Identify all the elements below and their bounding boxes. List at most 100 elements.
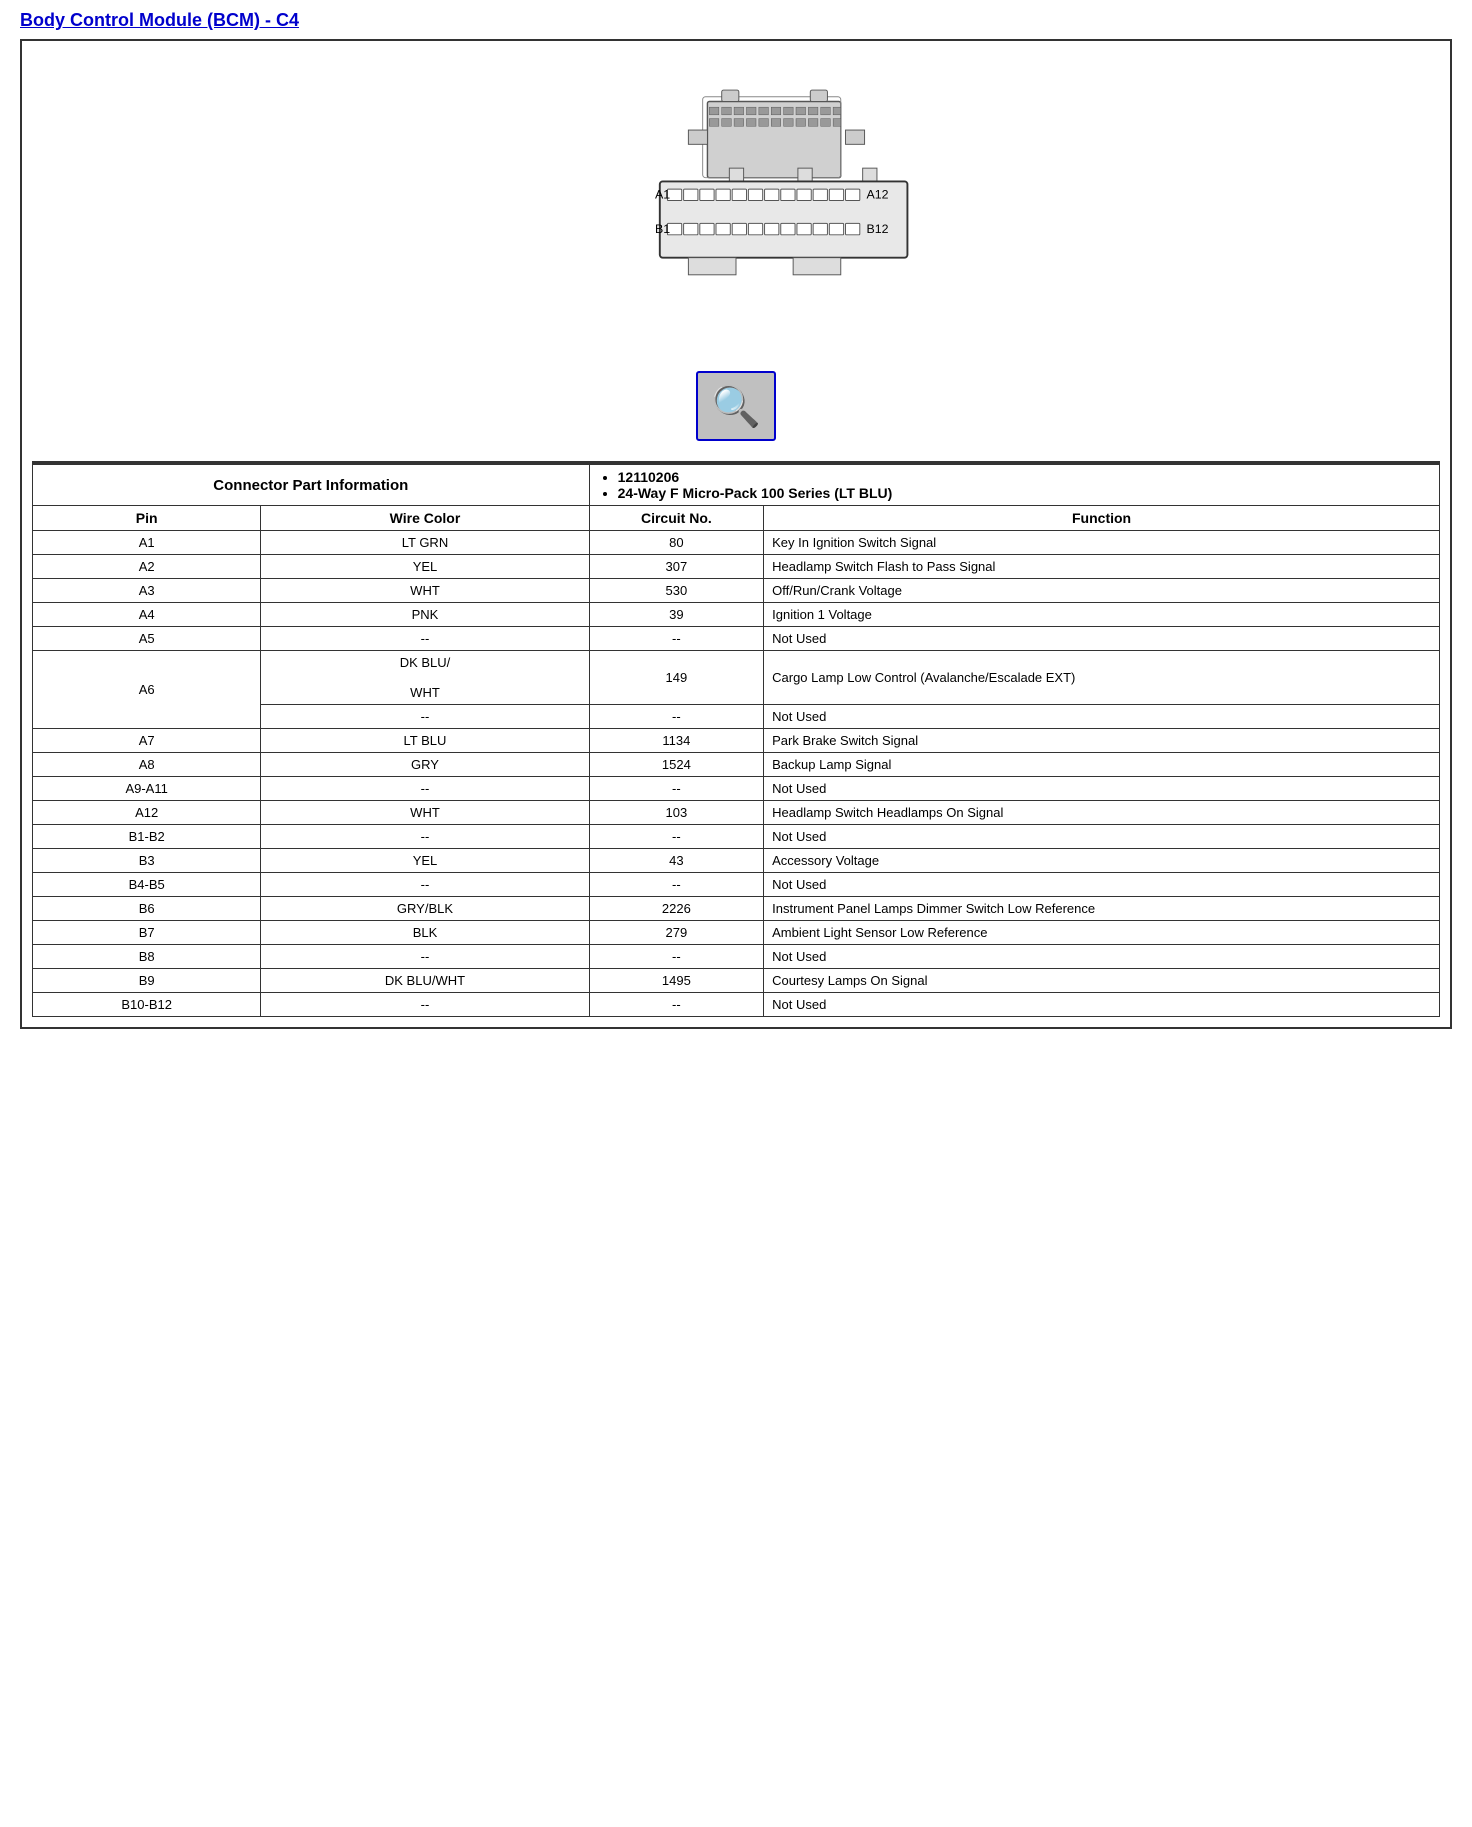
table-row: A7 LT BLU 1134 Park Brake Switch Signal (33, 729, 1440, 753)
function-b7: Ambient Light Sensor Low Reference (764, 921, 1440, 945)
pin-b10b12: B10-B12 (33, 993, 261, 1017)
header-wire-color: Wire Color (261, 506, 589, 531)
circuit-a2: 307 (589, 555, 764, 579)
table-row: A3 WHT 530 Off/Run/Crank Voltage (33, 579, 1440, 603)
svg-text:A12: A12 (866, 188, 888, 202)
circuit-a4: 39 (589, 603, 764, 627)
circuit-b8: -- (589, 945, 764, 969)
wire-b1b2: -- (261, 825, 589, 849)
function-a3: Off/Run/Crank Voltage (764, 579, 1440, 603)
table-row: A8 GRY 1524 Backup Lamp Signal (33, 753, 1440, 777)
table-row: B6 GRY/BLK 2226 Instrument Panel Lamps D… (33, 897, 1440, 921)
wire-a5: -- (261, 627, 589, 651)
circuit-a9a11: -- (589, 777, 764, 801)
circuit-b6: 2226 (589, 897, 764, 921)
pin-b3: B3 (33, 849, 261, 873)
diagram-area: A1 A12 B1 B12 🔍 (32, 51, 1440, 462)
magnify-icon: 🔍 (711, 383, 761, 430)
pin-a9a11: A9-A11 (33, 777, 261, 801)
main-container: A1 A12 B1 B12 🔍 Connector Part Informati… (20, 39, 1452, 1029)
pin-a12: A12 (33, 801, 261, 825)
table-row: B8 -- -- Not Used (33, 945, 1440, 969)
pin-b4b5: B4-B5 (33, 873, 261, 897)
page-title: Body Control Module (BCM) - C4 (20, 10, 1452, 31)
header-function: Function (764, 506, 1440, 531)
table-row: A6 DK BLU/WHT 149 Cargo Lamp Low Control… (33, 651, 1440, 705)
table-row: A9-A11 -- -- Not Used (33, 777, 1440, 801)
function-a1: Key In Ignition Switch Signal (764, 531, 1440, 555)
table-row: A5 -- -- Not Used (33, 627, 1440, 651)
function-a5: Not Used (764, 627, 1440, 651)
wire-b4b5: -- (261, 873, 589, 897)
pin-b7: B7 (33, 921, 261, 945)
circuit-a5: -- (589, 627, 764, 651)
wire-b6: GRY/BLK (261, 897, 589, 921)
function-b8: Not Used (764, 945, 1440, 969)
table-row: A2 YEL 307 Headlamp Switch Flash to Pass… (33, 555, 1440, 579)
header-circuit-no: Circuit No. (589, 506, 764, 531)
function-a6: Cargo Lamp Low Control (Avalanche/Escala… (764, 651, 1440, 705)
wire-a6b: -- (261, 705, 589, 729)
circuit-a1: 80 (589, 531, 764, 555)
table-row: A12 WHT 103 Headlamp Switch Headlamps On… (33, 801, 1440, 825)
wire-b8: -- (261, 945, 589, 969)
header-pin: Pin (33, 506, 261, 531)
function-b3: Accessory Voltage (764, 849, 1440, 873)
wire-a7: LT BLU (261, 729, 589, 753)
function-a7: Park Brake Switch Signal (764, 729, 1440, 753)
wire-a2: YEL (261, 555, 589, 579)
table-row: B4-B5 -- -- Not Used (33, 873, 1440, 897)
circuit-b9: 1495 (589, 969, 764, 993)
wire-b7: BLK (261, 921, 589, 945)
table-row: B3 YEL 43 Accessory Voltage (33, 849, 1440, 873)
svg-text:B1: B1 (655, 222, 670, 236)
function-b10b12: Not Used (764, 993, 1440, 1017)
circuit-b7: 279 (589, 921, 764, 945)
function-a12: Headlamp Switch Headlamps On Signal (764, 801, 1440, 825)
circuit-b10b12: -- (589, 993, 764, 1017)
pin-b9: B9 (33, 969, 261, 993)
function-a6b: Not Used (764, 705, 1440, 729)
function-a9a11: Not Used (764, 777, 1440, 801)
magnify-button[interactable]: 🔍 (696, 371, 776, 441)
table-row: B9 DK BLU/WHT 1495 Courtesy Lamps On Sig… (33, 969, 1440, 993)
circuit-b1b2: -- (589, 825, 764, 849)
table-row: A1 LT GRN 80 Key In Ignition Switch Sign… (33, 531, 1440, 555)
wire-b9: DK BLU/WHT (261, 969, 589, 993)
pin-a5: A5 (33, 627, 261, 651)
wire-a3: WHT (261, 579, 589, 603)
table-row: B1-B2 -- -- Not Used (33, 825, 1440, 849)
circuit-a3: 530 (589, 579, 764, 603)
wire-a1: LT GRN (261, 531, 589, 555)
pin-b6: B6 (33, 897, 261, 921)
function-b6: Instrument Panel Lamps Dimmer Switch Low… (764, 897, 1440, 921)
connector-diagram: A1 A12 B1 B12 (536, 71, 936, 351)
function-a2: Headlamp Switch Flash to Pass Signal (764, 555, 1440, 579)
function-b9: Courtesy Lamps On Signal (764, 969, 1440, 993)
wire-a4: PNK (261, 603, 589, 627)
pin-b8: B8 (33, 945, 261, 969)
wire-b3: YEL (261, 849, 589, 873)
svg-text:A1: A1 (655, 188, 670, 202)
connector-part-info-content: 12110206 24-Way F Micro-Pack 100 Series … (589, 465, 1439, 506)
circuit-a6: 149 (589, 651, 764, 705)
table-section: Connector Part Information 12110206 24-W… (32, 462, 1440, 1017)
pin-a7: A7 (33, 729, 261, 753)
circuit-a8: 1524 (589, 753, 764, 777)
pin-a2: A2 (33, 555, 261, 579)
table-row: B10-B12 -- -- Not Used (33, 993, 1440, 1017)
connector-part-info-label: Connector Part Information (33, 465, 590, 506)
table-header-row: Pin Wire Color Circuit No. Function (33, 506, 1440, 531)
circuit-a12: 103 (589, 801, 764, 825)
info-row: Connector Part Information 12110206 24-W… (33, 465, 1440, 506)
circuit-a6b: -- (589, 705, 764, 729)
table-row: A4 PNK 39 Ignition 1 Voltage (33, 603, 1440, 627)
pin-b1b2: B1-B2 (33, 825, 261, 849)
function-b1b2: Not Used (764, 825, 1440, 849)
pin-a3: A3 (33, 579, 261, 603)
part-description: 24-Way F Micro-Pack 100 Series (LT BLU) (618, 485, 1431, 501)
circuit-b4b5: -- (589, 873, 764, 897)
pin-a8: A8 (33, 753, 261, 777)
circuit-a7: 1134 (589, 729, 764, 753)
part-number: 12110206 (618, 469, 1431, 485)
